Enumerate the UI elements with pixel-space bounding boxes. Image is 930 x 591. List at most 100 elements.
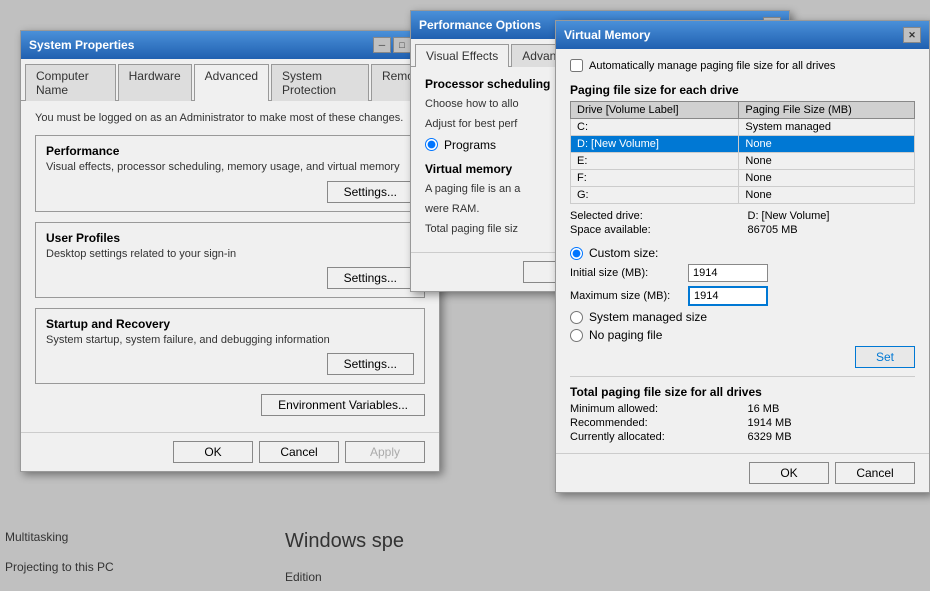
admin-note: You must be logged on as an Administrato…	[35, 111, 425, 125]
drive-row-c[interactable]: C: System managed	[571, 119, 915, 136]
system-properties-content: You must be logged on as an Administrato…	[21, 101, 439, 432]
tab-visual-effects[interactable]: Visual Effects	[415, 44, 509, 67]
initial-size-input[interactable]	[688, 264, 768, 282]
total-section: Total paging file size for all drives Mi…	[570, 376, 915, 443]
set-btn-row: Set	[570, 346, 915, 368]
paging-section-title: Paging file size for each drive	[570, 83, 915, 97]
drive-d-label: D: [New Volume]	[571, 136, 739, 153]
minimize-button[interactable]: ─	[373, 37, 391, 53]
drive-row-d[interactable]: D: [New Volume] None	[571, 136, 915, 153]
vm-titlebar-buttons: ✕	[903, 27, 921, 43]
performance-title: Performance	[46, 144, 414, 158]
system-managed-label: System managed size	[589, 310, 707, 324]
vm-content: Automatically manage paging file size fo…	[556, 49, 929, 453]
user-profiles-settings-button[interactable]: Settings...	[327, 267, 414, 289]
vm-titlebar: Virtual Memory ✕	[556, 21, 929, 49]
system-properties-titlebar: System Properties ─ □ ✕	[21, 31, 439, 59]
recommended-label: Recommended:	[570, 417, 738, 429]
tab-system-protection[interactable]: System Protection	[271, 64, 369, 101]
custom-size-radio[interactable]	[570, 247, 583, 260]
startup-recovery-section: Startup and Recovery System startup, sys…	[35, 308, 425, 384]
drive-d-size: None	[739, 136, 915, 153]
performance-settings-button[interactable]: Settings...	[327, 181, 414, 203]
drive-row-e[interactable]: E: None	[571, 153, 915, 170]
tab-computer-name[interactable]: Computer Name	[25, 64, 116, 101]
user-profiles-title: User Profiles	[46, 231, 414, 245]
auto-manage-label: Automatically manage paging file size fo…	[589, 59, 835, 73]
startup-recovery-settings-button[interactable]: Settings...	[327, 353, 414, 375]
initial-size-label: Initial size (MB):	[570, 267, 680, 279]
maximize-button[interactable]: □	[393, 37, 411, 53]
bg-projecting-label: Projecting to this PC	[5, 560, 114, 574]
drive-f-size: None	[739, 170, 915, 187]
programs-radio-label: Programs	[444, 138, 496, 152]
programs-radio[interactable]	[425, 138, 438, 151]
total-grid: Minimum allowed: 16 MB Recommended: 1914…	[570, 403, 915, 443]
auto-manage-checkbox[interactable]	[570, 59, 583, 72]
size-col-header: Paging File Size (MB)	[739, 102, 915, 119]
auto-manage-row: Automatically manage paging file size fo…	[570, 59, 915, 73]
system-props-ok-button[interactable]: OK	[173, 441, 253, 463]
vm-ok-button[interactable]: OK	[749, 462, 829, 484]
vm-footer: OK Cancel	[556, 453, 929, 492]
system-props-cancel-button[interactable]: Cancel	[259, 441, 339, 463]
initial-size-row: Initial size (MB):	[570, 264, 915, 282]
system-properties-dialog: System Properties ─ □ ✕ Computer Name Ha…	[20, 30, 440, 472]
bg-win-spec-label: Windows spe	[285, 530, 404, 553]
space-available-label: Space available:	[570, 224, 738, 236]
drive-f-label: F:	[571, 170, 739, 187]
drive-g-size: None	[739, 187, 915, 204]
system-props-apply-button[interactable]: Apply	[345, 441, 425, 463]
space-available-value: 86705 MB	[748, 224, 916, 236]
system-properties-tabs: Computer Name Hardware Advanced System P…	[21, 59, 439, 101]
currently-allocated-label: Currently allocated:	[570, 431, 738, 443]
no-paging-radio[interactable]	[570, 329, 583, 342]
system-properties-footer: OK Cancel Apply	[21, 432, 439, 471]
currently-allocated-value: 6329 MB	[748, 431, 916, 443]
total-section-title: Total paging file size for all drives	[570, 385, 915, 399]
drive-row-f[interactable]: F: None	[571, 170, 915, 187]
selected-drive-value: D: [New Volume]	[748, 210, 916, 222]
drive-g-label: G:	[571, 187, 739, 204]
minimum-allowed-value: 16 MB	[748, 403, 916, 415]
size-section: Custom size: Initial size (MB): Maximum …	[570, 246, 915, 368]
drive-info-grid: Selected drive: D: [New Volume] Space av…	[570, 210, 915, 236]
performance-desc: Visual effects, processor scheduling, me…	[46, 160, 414, 174]
drive-c-label: C:	[571, 119, 739, 136]
maximum-size-row: Maximum size (MB):	[570, 286, 915, 306]
vm-title: Virtual Memory	[564, 28, 650, 42]
custom-size-radio-row: Custom size:	[570, 246, 915, 260]
tab-advanced[interactable]: Advanced	[194, 64, 269, 101]
system-managed-radio-row: System managed size	[570, 310, 915, 324]
user-profiles-section: User Profiles Desktop settings related t…	[35, 222, 425, 298]
vm-close-button[interactable]: ✕	[903, 27, 921, 43]
perf-options-title: Performance Options	[419, 18, 541, 32]
drive-e-label: E:	[571, 153, 739, 170]
minimum-allowed-label: Minimum allowed:	[570, 403, 738, 415]
maximum-size-label: Maximum size (MB):	[570, 290, 680, 302]
bg-multitasking-label: Multitasking	[5, 530, 68, 544]
drive-e-size: None	[739, 153, 915, 170]
system-managed-radio[interactable]	[570, 311, 583, 324]
no-paging-radio-row: No paging file	[570, 328, 915, 342]
startup-recovery-title: Startup and Recovery	[46, 317, 414, 331]
performance-section: Performance Visual effects, processor sc…	[35, 135, 425, 211]
startup-recovery-desc: System startup, system failure, and debu…	[46, 333, 414, 347]
custom-size-label: Custom size:	[589, 246, 658, 260]
virtual-memory-dialog: Virtual Memory ✕ Automatically manage pa…	[555, 20, 930, 493]
system-properties-title: System Properties	[29, 38, 134, 52]
bg-edition-label: Edition	[285, 570, 322, 584]
environment-variables-button[interactable]: Environment Variables...	[261, 394, 425, 416]
user-profiles-desc: Desktop settings related to your sign-in	[46, 247, 414, 261]
tab-hardware[interactable]: Hardware	[118, 64, 192, 101]
recommended-value: 1914 MB	[748, 417, 916, 429]
vm-cancel-button[interactable]: Cancel	[835, 462, 915, 484]
drive-col-header: Drive [Volume Label]	[571, 102, 739, 119]
set-button[interactable]: Set	[855, 346, 915, 368]
no-paging-label: No paging file	[589, 328, 662, 342]
selected-drive-label: Selected drive:	[570, 210, 738, 222]
drive-c-size: System managed	[739, 119, 915, 136]
drive-table: Drive [Volume Label] Paging File Size (M…	[570, 101, 915, 204]
drive-row-g[interactable]: G: None	[571, 187, 915, 204]
maximum-size-input[interactable]	[688, 286, 768, 306]
